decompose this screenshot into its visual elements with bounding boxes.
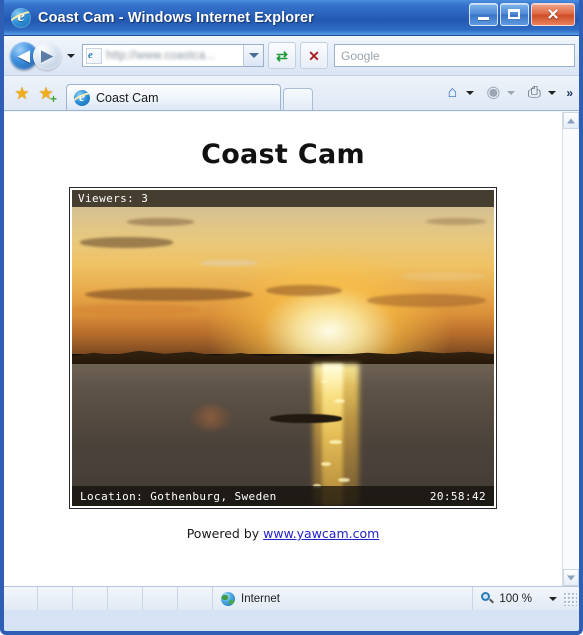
page-title: Coast Cam (201, 139, 365, 170)
water-glint (333, 398, 345, 403)
island-silhouette (270, 414, 343, 423)
overflow-chevron-icon[interactable]: » (566, 86, 573, 100)
tab-label: Coast Cam (96, 90, 159, 105)
caption-buttons: ✕ (469, 3, 575, 26)
viewers-text: Viewers: 3 (78, 192, 149, 205)
sea-layer (72, 363, 494, 506)
close-icon: ✕ (546, 6, 560, 23)
title-bar: Coast Cam - Windows Internet Explorer ✕ (4, 0, 579, 36)
cloud (72, 303, 199, 316)
page-icon: e (86, 47, 102, 64)
refresh-icon: ⇄ (276, 47, 288, 64)
close-button[interactable]: ✕ (531, 3, 575, 26)
webcam-image[interactable]: Viewers: 3 Location: Gothenburg, Sweden … (69, 187, 497, 509)
home-button[interactable]: ⌂ (439, 81, 465, 105)
home-icon: ⌂ (447, 84, 458, 101)
address-toolbar: ◀ ▶ e http://www.coastca... ⇄ ✕ Google (4, 36, 579, 76)
feeds-chevron-down-icon (507, 91, 516, 95)
zoom-control[interactable]: 100 % (473, 587, 563, 610)
chevron-down-icon (248, 53, 259, 58)
cloud (80, 237, 174, 248)
address-input[interactable]: http://www.coastca... (106, 50, 243, 62)
search-box[interactable]: Google (334, 44, 575, 67)
print-button[interactable]: ⎙ (521, 81, 547, 105)
resize-grip-icon[interactable] (563, 591, 577, 606)
water-glint (337, 477, 350, 482)
footer-prefix: Powered by (186, 526, 264, 541)
scrollbar-track[interactable] (563, 129, 579, 569)
scroll-up-button[interactable] (563, 112, 579, 129)
printer-icon: ⎙ (527, 84, 541, 101)
star-plus-icon: ★ (38, 83, 54, 103)
zoom-chevron-down-icon[interactable] (549, 596, 557, 601)
forward-arrow-icon: ▶ (41, 47, 53, 64)
security-zone[interactable]: Internet (213, 587, 474, 610)
status-bar: Internet 100 % (4, 586, 579, 610)
status-segment (73, 587, 108, 610)
star-icon: ★ (14, 83, 30, 103)
minimize-button[interactable] (469, 3, 498, 26)
status-segment (38, 587, 73, 610)
new-tab-button[interactable] (283, 88, 313, 110)
back-arrow-icon: ◀ (18, 47, 30, 64)
vertical-scrollbar[interactable] (562, 112, 579, 586)
print-chevron-down-icon[interactable] (548, 91, 557, 95)
feeds-button[interactable]: ◉ (480, 81, 506, 105)
tab-bar: ★ ★ Coast Cam ⌂ ◉ ⎙ » (4, 76, 579, 111)
webcam-container: Viewers: 3 Location: Gothenburg, Sweden … (4, 187, 562, 509)
security-zone-label: Internet (241, 592, 280, 605)
status-segment (108, 587, 143, 610)
browser-window: Coast Cam - Windows Internet Explorer ✕ … (0, 0, 583, 635)
location-text: Location: Gothenburg, Sweden (80, 489, 277, 503)
yawcam-link[interactable]: www.yawcam.com (263, 526, 379, 541)
cloud (401, 272, 486, 281)
rss-feed-icon: ◉ (486, 84, 501, 101)
info-overlay: Location: Gothenburg, Sweden 20:58:42 (72, 486, 494, 506)
stop-button[interactable]: ✕ (300, 42, 328, 69)
tab-coast-cam[interactable]: Coast Cam (66, 84, 281, 110)
home-chevron-down-icon[interactable] (466, 91, 475, 95)
cloud (126, 218, 195, 227)
add-to-favorites-button[interactable]: ★ (36, 83, 57, 105)
address-dropdown-button[interactable] (243, 45, 263, 66)
search-input[interactable]: Google (335, 49, 380, 63)
zoom-level-label: 100 % (499, 592, 532, 605)
internet-explorer-icon (74, 89, 90, 106)
status-segment (178, 587, 213, 610)
window-title: Coast Cam - Windows Internet Explorer (38, 9, 314, 26)
forward-button[interactable]: ▶ (33, 41, 61, 70)
stop-icon: ✕ (308, 47, 320, 64)
internet-explorer-icon (11, 7, 31, 28)
timestamp-text: 20:58:42 (429, 489, 486, 503)
chevron-up-icon (567, 118, 575, 123)
scroll-down-button[interactable] (563, 569, 579, 586)
magnifier-icon (481, 592, 494, 605)
recent-pages-chevron-down-icon[interactable] (67, 53, 75, 58)
sun-reflection-core (321, 363, 343, 506)
address-bar[interactable]: e http://www.coastca... (82, 44, 264, 67)
page-content: Coast Cam Viewers: 3 Location: Gothenbur… (4, 112, 562, 586)
footer-credit: Powered by www.yawcam.com (4, 526, 562, 541)
chevron-down-icon (567, 575, 575, 580)
cloud (367, 294, 486, 307)
document-area: Coast Cam Viewers: 3 Location: Gothenbur… (4, 111, 579, 586)
command-bar: ⌂ ◉ ⎙ » (439, 81, 575, 105)
favorites-center-button[interactable]: ★ (12, 84, 32, 103)
viewers-overlay: Viewers: 3 (72, 190, 494, 207)
cloud (266, 284, 343, 296)
refresh-button[interactable]: ⇄ (268, 42, 296, 69)
status-segment (4, 587, 38, 610)
maximize-button[interactable] (500, 3, 529, 26)
status-segment (143, 587, 178, 610)
globe-icon (221, 591, 235, 606)
